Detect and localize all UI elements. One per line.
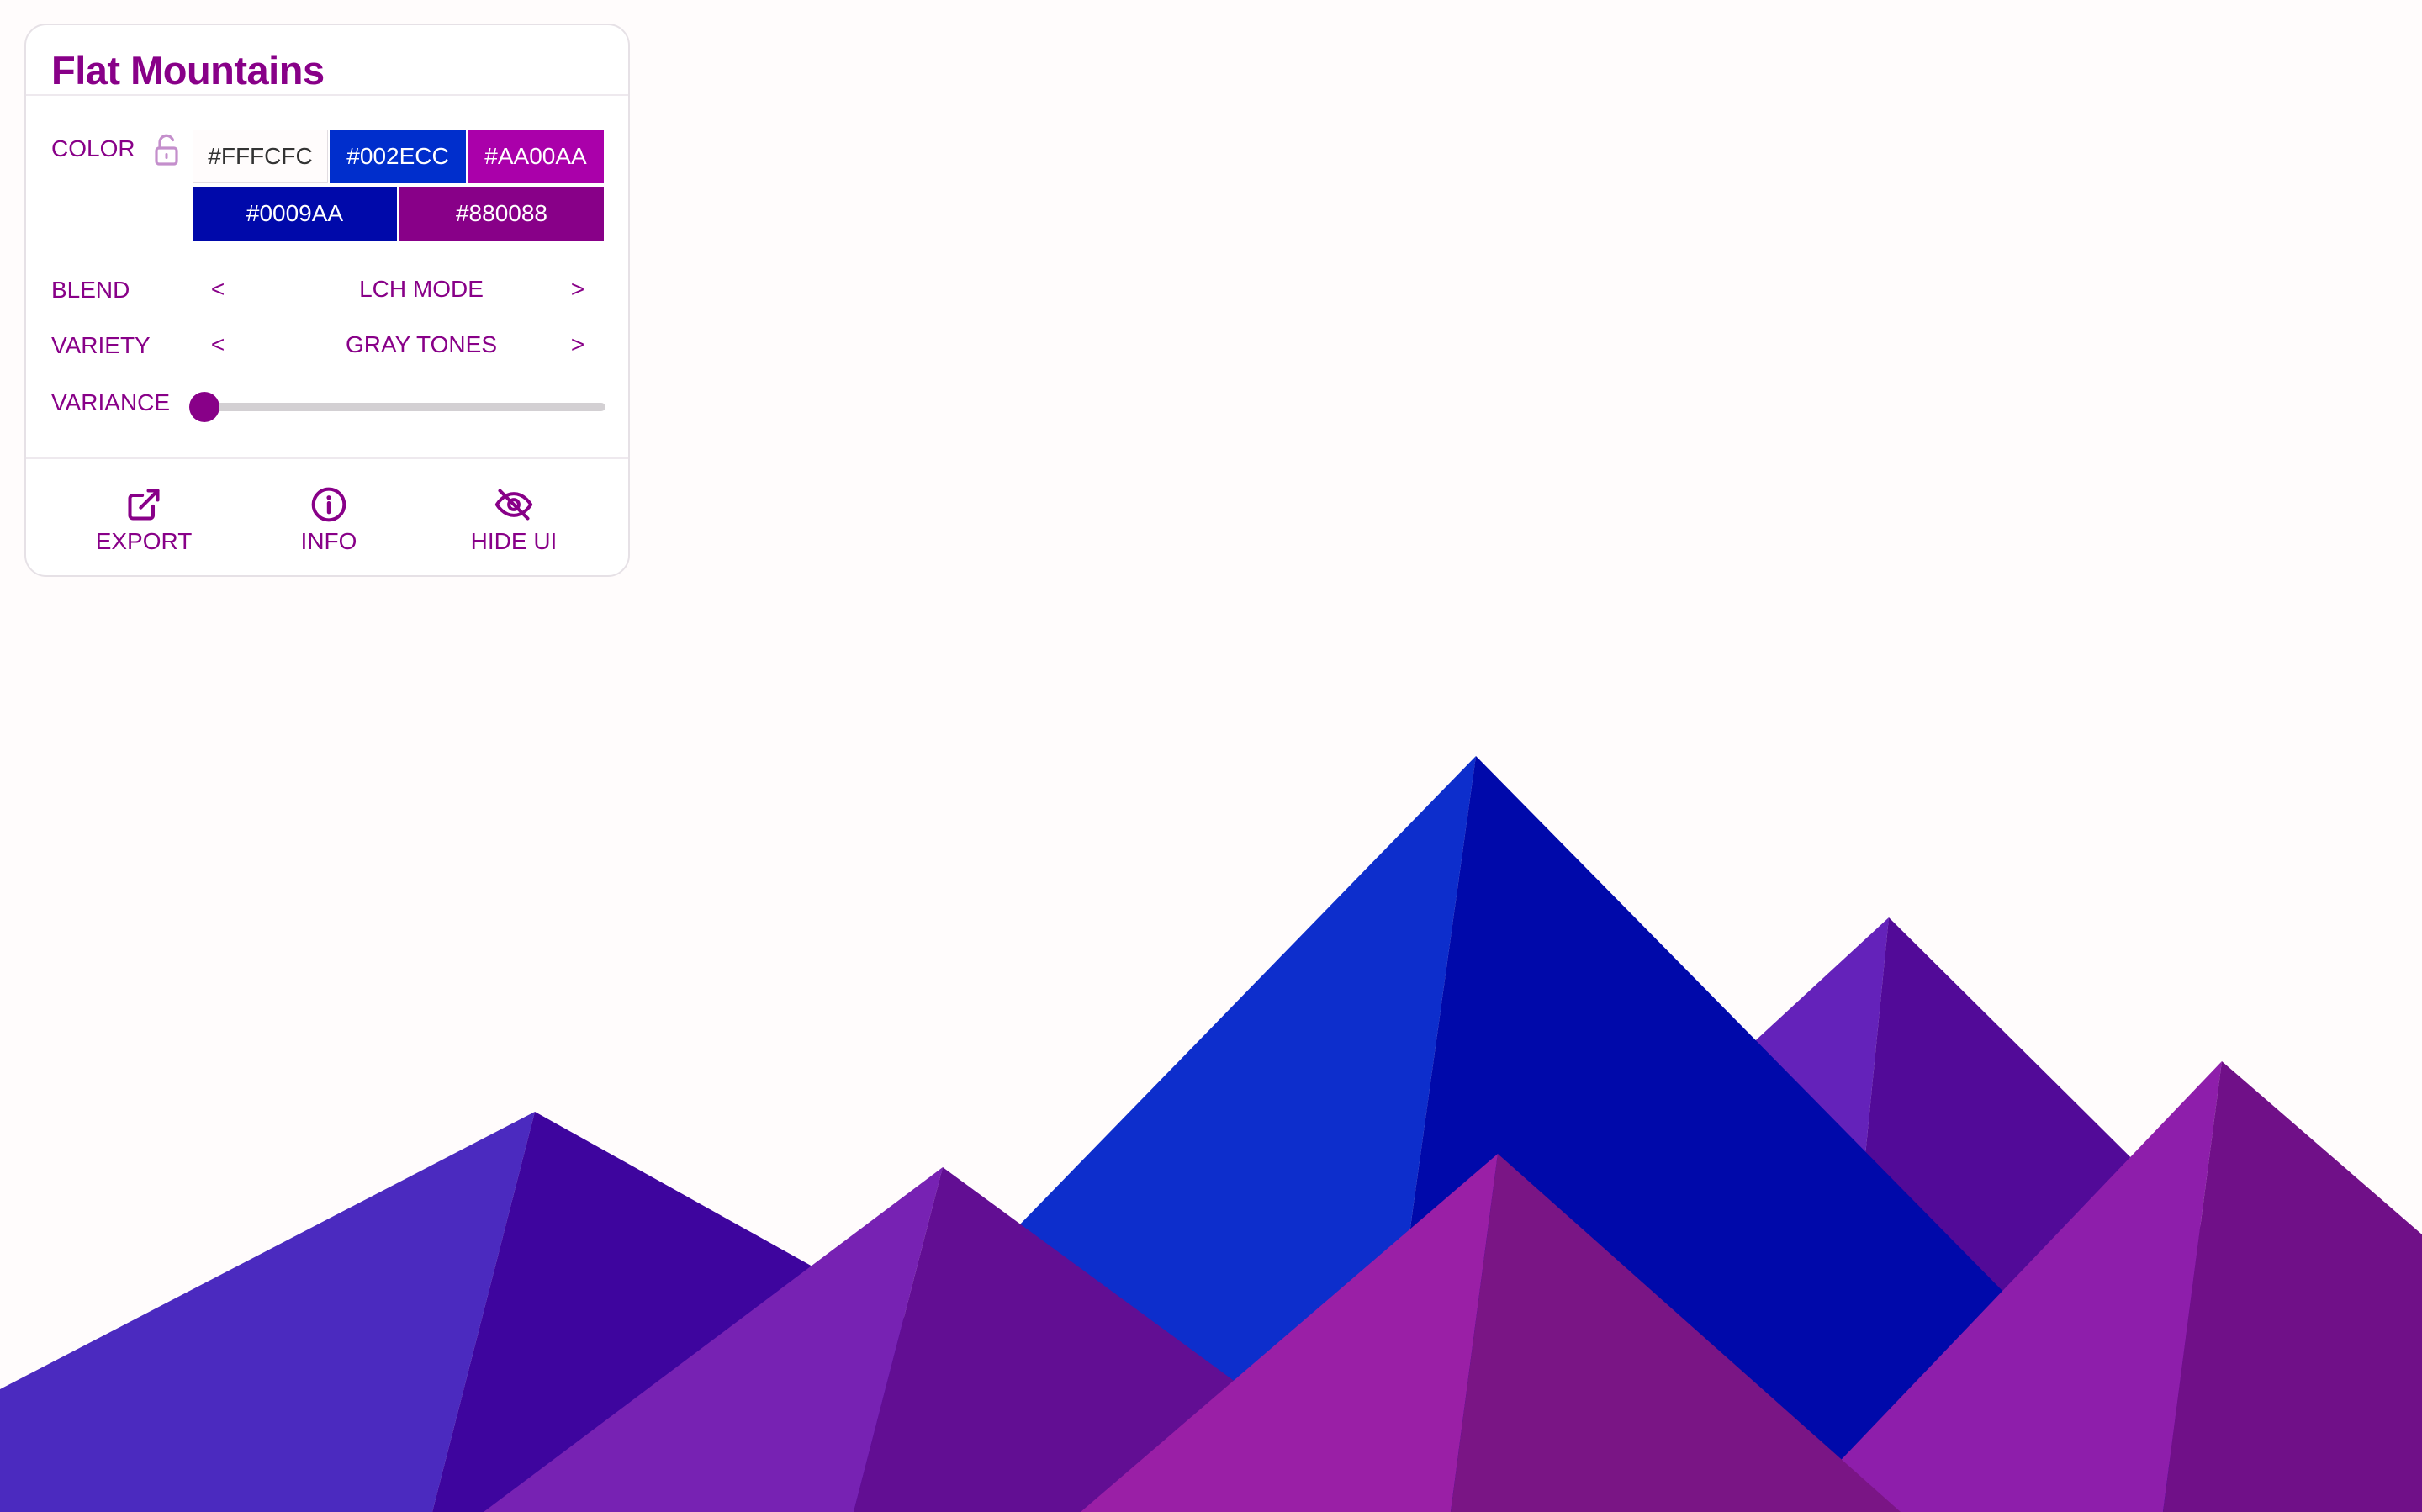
control-panel: Flat Mountains COLOR #FFFCFC #002ECC #AA…	[24, 24, 630, 577]
swatch-2[interactable]: #AA00AA	[468, 130, 604, 183]
title-divider	[26, 94, 628, 96]
info-circle-icon	[311, 487, 346, 522]
swatch-0-label: #FFFCFC	[208, 143, 313, 169]
color-label: COLOR	[51, 135, 135, 161]
swatch-3[interactable]: #0009AA	[193, 187, 397, 241]
app-title: Flat Mountains	[51, 48, 325, 93]
variety-label: VARIETY	[51, 332, 151, 358]
blend-value: LCH MODE	[359, 276, 484, 302]
blend-next-button[interactable]: >	[561, 276, 595, 303]
actions-divider	[26, 457, 628, 459]
variance-label: VARIANCE	[51, 389, 171, 415]
swatch-4-label: #880088	[455, 200, 547, 226]
variance-slider-track[interactable]	[191, 403, 606, 411]
external-link-icon	[128, 489, 160, 521]
hide-ui-button[interactable]: HIDE UI	[447, 486, 581, 555]
swatch-0[interactable]: #FFFCFC	[193, 130, 328, 183]
info-button[interactable]: INFO	[262, 486, 396, 555]
variety-prev-button[interactable]: <	[201, 331, 235, 358]
blend-label: BLEND	[51, 277, 130, 303]
variety-next-button[interactable]: >	[561, 331, 595, 358]
swatch-1[interactable]: #002ECC	[330, 130, 466, 183]
swatch-3-label: #0009AA	[246, 200, 344, 226]
export-button[interactable]: EXPORT	[77, 486, 211, 555]
export-label: EXPORT	[95, 528, 193, 554]
blend-prev-button[interactable]: <	[201, 276, 235, 303]
swatch-4[interactable]: #880088	[399, 187, 604, 241]
variety-value: GRAY TONES	[346, 331, 497, 357]
info-label: INFO	[300, 528, 357, 554]
swatch-2-label: #AA00AA	[484, 143, 587, 169]
eye-off-icon	[494, 489, 533, 521]
swatch-1-label: #002ECC	[346, 143, 449, 169]
hide-ui-label: HIDE UI	[470, 528, 558, 554]
variance-slider-thumb[interactable]	[189, 392, 219, 422]
unlocked-padlock-icon[interactable]	[152, 133, 181, 167]
